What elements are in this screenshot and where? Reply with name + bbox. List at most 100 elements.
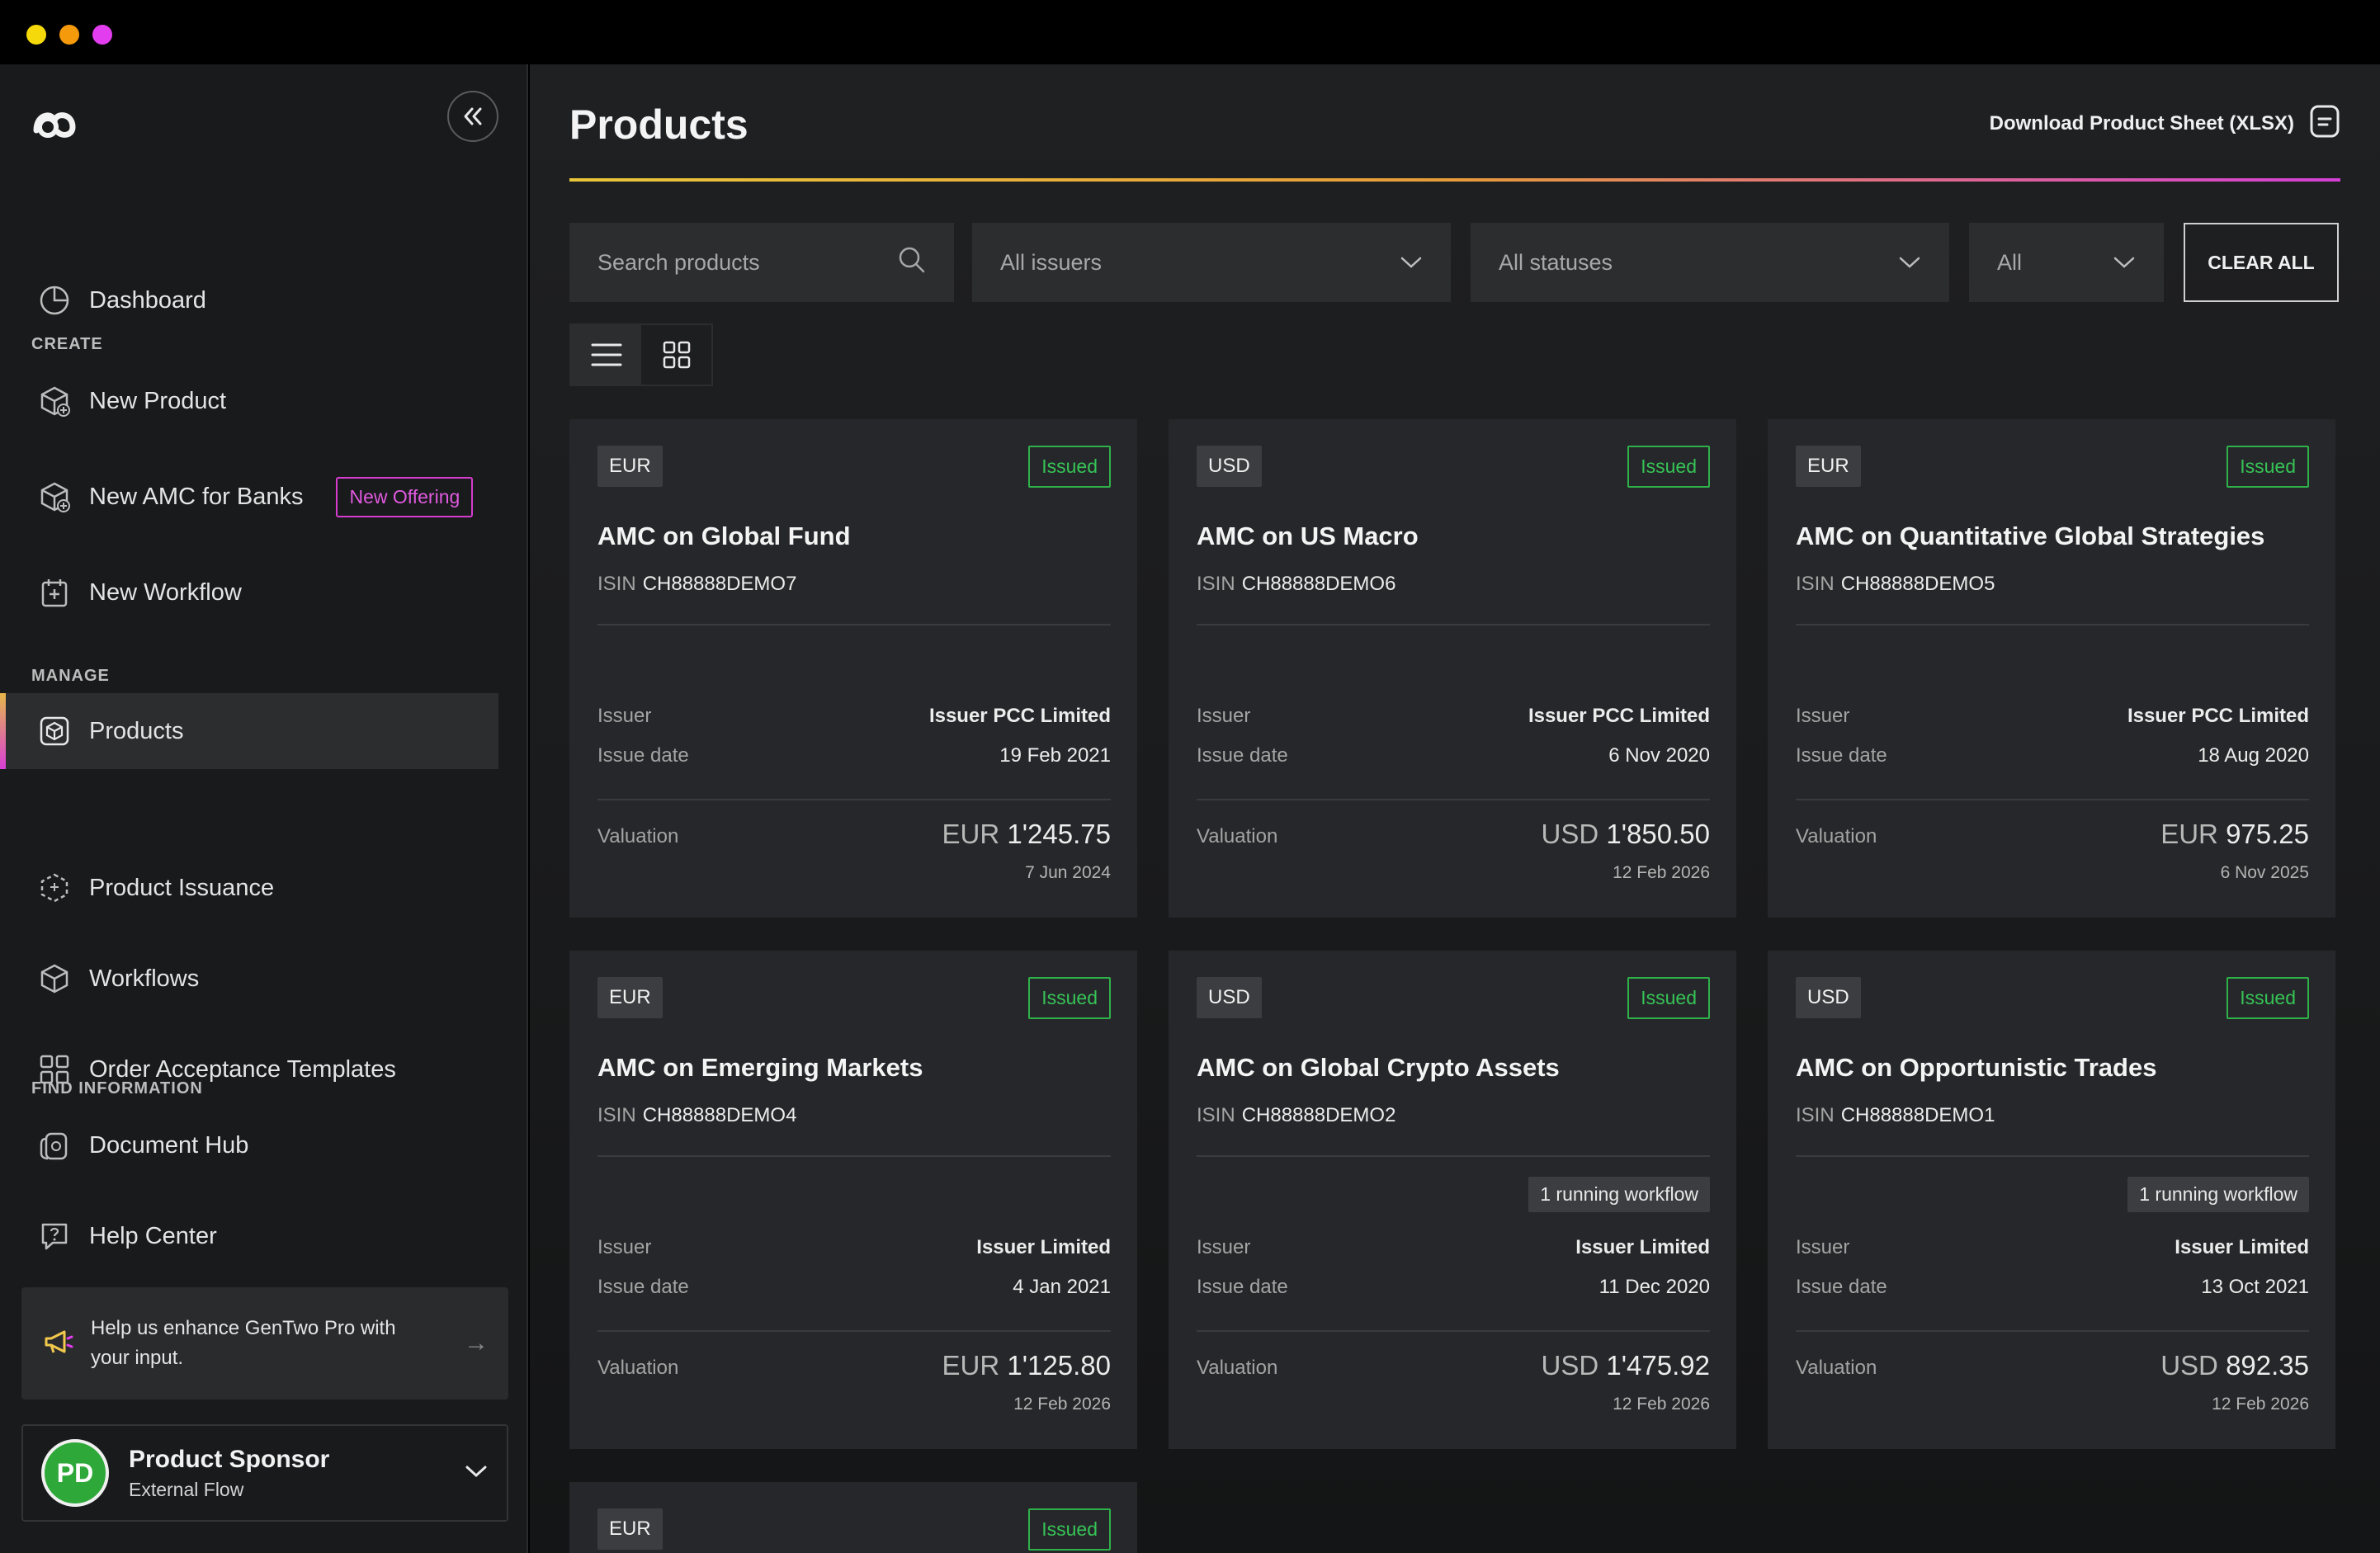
new-offering-badge: New Offering: [336, 476, 474, 517]
statuses-select[interactable]: All statuses: [1471, 223, 1949, 302]
product-card[interactable]: USD Issued AMC on Global Crypto Assets I…: [1169, 951, 1736, 1449]
product-card[interactable]: USD Issued AMC on US Macro ISIN CH88888DE…: [1169, 419, 1736, 918]
status-badge: Issued: [1627, 446, 1710, 488]
search-icon: [898, 246, 926, 280]
sidebar-item-label: Dashboard: [89, 286, 206, 314]
collapse-sidebar-button[interactable]: [447, 91, 498, 142]
divider: [1197, 1155, 1710, 1157]
user-account-menu[interactable]: PD Product Sponsor External Flow: [21, 1424, 508, 1522]
spreadsheet-icon: [2309, 104, 2340, 143]
running-workflow-badge: 1 running workflow: [2127, 1177, 2309, 1212]
isin-value: CH88888DEMO2: [1241, 1104, 1396, 1126]
running-workflow-badge: 1 running workflow: [1528, 1177, 1710, 1212]
box-dashed-icon: [36, 870, 73, 906]
status-badge: Issued: [1627, 977, 1710, 1019]
valuation-currency: USD: [1541, 1350, 1599, 1381]
currency-badge: USD: [1197, 446, 1262, 487]
divider: [1796, 1155, 2309, 1157]
sidebar-item-new-product[interactable]: New Product: [0, 363, 498, 439]
list-icon: [591, 343, 621, 366]
type-value: All: [1997, 249, 2023, 275]
product-name: AMC on Global Crypto Assets: [1197, 1053, 1560, 1082]
valuation-label: Valuation: [597, 825, 679, 847]
arrow-right-icon: →: [464, 1329, 489, 1357]
divider: [1796, 624, 2309, 625]
product-card[interactable]: EUR Issued AMC on Quantitative Global St…: [1768, 419, 2335, 918]
sidebar-item-new-amc-for-banks[interactable]: New AMC for Banks New Offering: [0, 459, 498, 535]
isin-value: CH88888DEMO6: [1241, 573, 1396, 595]
issuers-select[interactable]: All issuers: [972, 223, 1451, 302]
issuer-value: Issuer PCC Limited: [1528, 705, 1710, 727]
section-label-create: CREATE: [31, 335, 103, 353]
list-view-button[interactable]: [571, 325, 641, 385]
issue-date-value: 18 Aug 2020: [2198, 744, 2309, 767]
valuation-date: 12 Feb 2026: [1013, 1395, 1111, 1414]
product-name: AMC on Emerging Markets: [597, 1053, 923, 1082]
sidebar-item-label: Workflows: [89, 965, 200, 992]
minimize-window-button[interactable]: [59, 25, 79, 45]
feedback-banner[interactable]: Help us enhance GenTwo Pro with your inp…: [21, 1287, 508, 1400]
valuation-amount: 1'125.80: [1007, 1350, 1111, 1381]
sidebar-item-new-workflow[interactable]: New Workflow: [0, 555, 498, 630]
box-icon: [36, 713, 73, 749]
product-card[interactable]: EUR Issued AMC on Emerging Markets ISIN C…: [569, 951, 1137, 1449]
issue-date-value: 11 Dec 2020: [1598, 1276, 1710, 1298]
valuation-label: Valuation: [597, 1357, 679, 1379]
product-card[interactable]: EUR Issued: [569, 1482, 1137, 1553]
divider: [1197, 799, 1710, 800]
currency-badge: USD: [1796, 977, 1861, 1018]
product-name: AMC on Global Fund: [597, 522, 851, 550]
close-window-button[interactable]: [26, 25, 46, 45]
sidebar-item-products[interactable]: Products: [0, 693, 498, 769]
page-title: Products: [569, 101, 748, 148]
valuation-amount: 1'245.75: [1007, 819, 1111, 849]
issuer-label: Issuer: [1796, 1236, 1850, 1258]
type-select[interactable]: All: [1969, 223, 2164, 302]
status-badge: Issued: [2227, 977, 2309, 1019]
issue-date-label: Issue date: [1796, 744, 1887, 767]
sidebar-item-workflows[interactable]: Workflows: [0, 941, 498, 1017]
valuation-label: Valuation: [1197, 825, 1278, 847]
sidebar-item-label: New Workflow: [89, 578, 242, 606]
issue-date-value: 19 Feb 2021: [999, 744, 1111, 767]
product-name: AMC on Opportunistic Trades: [1796, 1053, 2157, 1082]
sidebar-item-document-hub[interactable]: Document Hub: [0, 1107, 498, 1183]
valuation-currency: USD: [2160, 1350, 2218, 1381]
valuation-currency: USD: [1541, 819, 1599, 849]
chevron-down-icon: [1400, 250, 1423, 276]
divider: [1796, 1330, 2309, 1332]
grid-view-button[interactable]: [641, 325, 711, 385]
sidebar-item-label: Products: [89, 717, 184, 744]
divider: [597, 1155, 1111, 1157]
sidebar-item-product-issuance[interactable]: Product Issuance: [0, 850, 498, 926]
product-card[interactable]: EUR Issued AMC on Global Fund ISIN CH8888…: [569, 419, 1137, 918]
view-toggle: [569, 323, 713, 386]
gentwo-logo-icon[interactable]: [30, 94, 83, 147]
sidebar-item-dashboard[interactable]: Dashboard: [0, 262, 498, 338]
clear-all-button[interactable]: CLEAR ALL: [2184, 223, 2339, 302]
valuation-label: Valuation: [1197, 1357, 1278, 1379]
issuer-label: Issuer: [597, 705, 652, 727]
divider: [597, 624, 1111, 625]
valuation-date: 12 Feb 2026: [1613, 863, 1710, 882]
download-product-sheet-button[interactable]: Download Product Sheet (XLSX): [1990, 104, 2340, 143]
currency-badge: EUR: [597, 1508, 663, 1550]
isin-label: ISIN: [597, 573, 636, 595]
issue-date-value: 13 Oct 2021: [2201, 1276, 2309, 1298]
maximize-window-button[interactable]: [92, 25, 112, 45]
sidebar-item-help-center[interactable]: Help Center: [0, 1198, 498, 1274]
search-placeholder: Search products: [597, 249, 760, 275]
main-content: Products Download Product Sheet (XLSX) S…: [530, 64, 2380, 1553]
sidebar-item-label: Document Hub: [89, 1131, 249, 1159]
double-chevron-left-icon: [464, 107, 482, 125]
box-plus-icon: [36, 383, 73, 419]
valuation-currency: EUR: [942, 819, 1000, 849]
divider: [1796, 799, 2309, 800]
chevron-down-icon: [2113, 250, 2136, 276]
status-badge: Issued: [1028, 1508, 1111, 1551]
valuation-currency: EUR: [2160, 819, 2218, 849]
isin-value: CH88888DEMO4: [642, 1104, 797, 1126]
grid-icon: [663, 341, 690, 369]
product-card[interactable]: USD Issued AMC on Opportunistic Trades I…: [1768, 951, 2335, 1449]
search-input[interactable]: Search products: [569, 223, 954, 302]
